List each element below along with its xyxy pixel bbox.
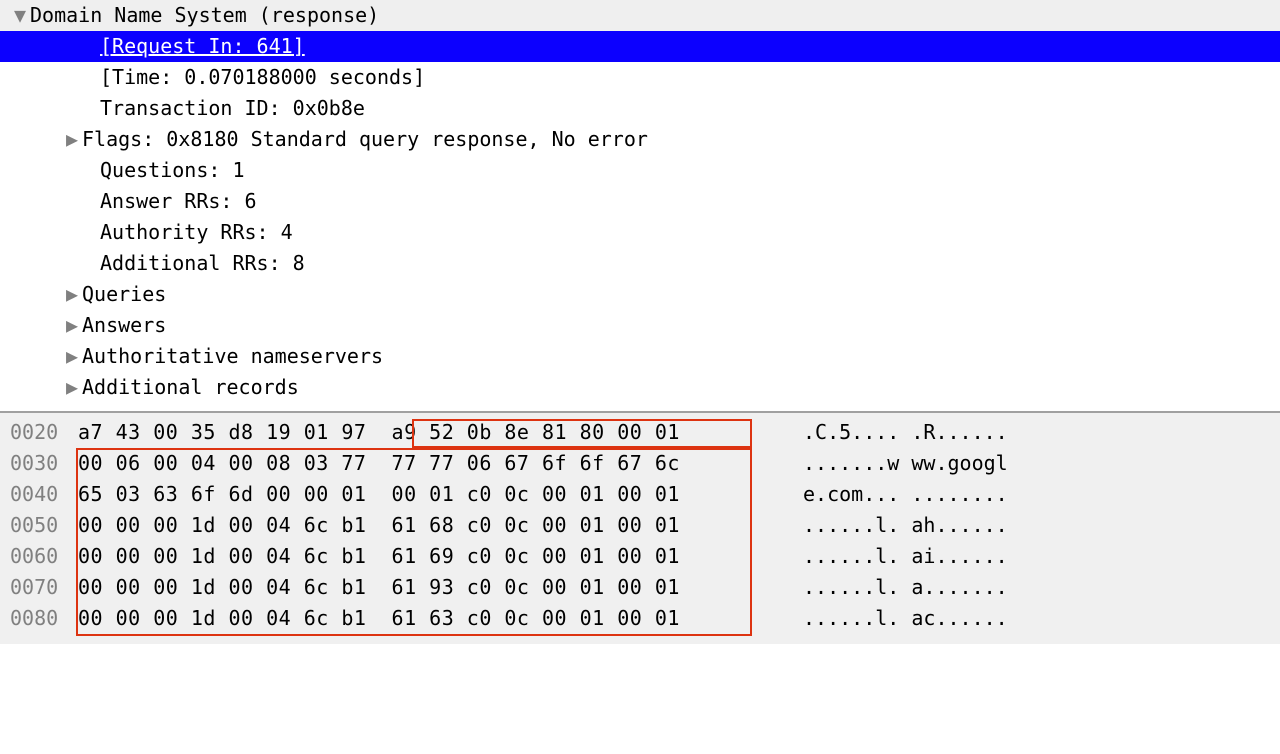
tree-row-auth-nameservers[interactable]: ▶ Authoritative nameservers — [0, 341, 1280, 372]
tree-label: [Time: 0.070188000 seconds] — [100, 62, 425, 93]
hex-ascii: .......w ww.googl — [748, 448, 1008, 479]
hex-bytes: a7 43 00 35 d8 19 01 97 a9 52 0b 8e 81 8… — [68, 417, 748, 448]
hex-offset: 0080 — [0, 603, 68, 634]
tree-label: Answer RRs: 6 — [100, 186, 257, 217]
tree-label: Questions: 1 — [100, 155, 245, 186]
tree-label: Additional RRs: 8 — [100, 248, 305, 279]
expand-right-icon: ▶ — [62, 310, 82, 341]
expand-right-icon: ▶ — [62, 124, 82, 155]
hex-ascii: ......l. ai...... — [748, 541, 1008, 572]
hex-ascii: e.com... ........ — [748, 479, 1008, 510]
expand-right-icon: ▶ — [62, 372, 82, 403]
tree-row-flags[interactable]: ▶ Flags: 0x8180 Standard query response,… — [0, 124, 1280, 155]
hex-offset: 0020 — [0, 417, 68, 448]
hex-offset: 0060 — [0, 541, 68, 572]
tree-label: Authority RRs: 4 — [100, 217, 293, 248]
hex-ascii: .C.5.... .R...... — [748, 417, 1008, 448]
hex-row[interactable]: 005000 00 00 1d 00 04 6c b1 61 68 c0 0c … — [0, 510, 1280, 541]
hex-dump-panel: 0020a7 43 00 35 d8 19 01 97 a9 52 0b 8e … — [0, 411, 1280, 644]
hex-row[interactable]: 004065 03 63 6f 6d 00 00 01 00 01 c0 0c … — [0, 479, 1280, 510]
hex-ascii: ......l. ah...... — [748, 510, 1008, 541]
tree-label: Queries — [82, 279, 166, 310]
hex-bytes: 00 00 00 1d 00 04 6c b1 61 69 c0 0c 00 0… — [68, 541, 748, 572]
tree-row-queries[interactable]: ▶ Queries — [0, 279, 1280, 310]
hex-row[interactable]: 006000 00 00 1d 00 04 6c b1 61 69 c0 0c … — [0, 541, 1280, 572]
tree-label: Additional records — [82, 372, 299, 403]
hex-offset: 0050 — [0, 510, 68, 541]
hex-ascii: ......l. a....... — [748, 572, 1008, 603]
tree-label: [Request In: 641] — [100, 31, 305, 62]
packet-tree-panel: ▼ Domain Name System (response) [Request… — [0, 0, 1280, 411]
tree-row-time[interactable]: [Time: 0.070188000 seconds] — [0, 62, 1280, 93]
hex-row[interactable]: 007000 00 00 1d 00 04 6c b1 61 93 c0 0c … — [0, 572, 1280, 603]
tree-label: Answers — [82, 310, 166, 341]
tree-row-transaction-id[interactable]: Transaction ID: 0x0b8e — [0, 93, 1280, 124]
tree-label: Authoritative nameservers — [82, 341, 383, 372]
hex-ascii: ......l. ac...... — [748, 603, 1008, 634]
tree-row-additional-rrs[interactable]: Additional RRs: 8 — [0, 248, 1280, 279]
hex-bytes: 65 03 63 6f 6d 00 00 01 00 01 c0 0c 00 0… — [68, 479, 748, 510]
hex-offset: 0040 — [0, 479, 68, 510]
hex-bytes: 00 00 00 1d 00 04 6c b1 61 93 c0 0c 00 0… — [68, 572, 748, 603]
hex-row[interactable]: 003000 06 00 04 00 08 03 77 77 77 06 67 … — [0, 448, 1280, 479]
hex-offset: 0070 — [0, 572, 68, 603]
tree-row-dns-header[interactable]: ▼ Domain Name System (response) — [0, 0, 1280, 31]
hex-row[interactable]: 008000 00 00 1d 00 04 6c b1 61 63 c0 0c … — [0, 603, 1280, 634]
tree-row-request-in[interactable]: [Request In: 641] — [0, 31, 1280, 62]
expand-right-icon: ▶ — [62, 341, 82, 372]
tree-row-authority-rrs[interactable]: Authority RRs: 4 — [0, 217, 1280, 248]
hex-offset: 0030 — [0, 448, 68, 479]
tree-label: Transaction ID: 0x0b8e — [100, 93, 365, 124]
hex-bytes: 00 00 00 1d 00 04 6c b1 61 63 c0 0c 00 0… — [68, 603, 748, 634]
collapse-down-icon: ▼ — [10, 0, 30, 31]
hex-bytes: 00 00 00 1d 00 04 6c b1 61 68 c0 0c 00 0… — [68, 510, 748, 541]
tree-row-questions[interactable]: Questions: 1 — [0, 155, 1280, 186]
expand-right-icon: ▶ — [62, 279, 82, 310]
hex-row[interactable]: 0020a7 43 00 35 d8 19 01 97 a9 52 0b 8e … — [0, 417, 1280, 448]
tree-row-answers[interactable]: ▶ Answers — [0, 310, 1280, 341]
hex-bytes: 00 06 00 04 00 08 03 77 77 77 06 67 6f 6… — [68, 448, 748, 479]
tree-label: Domain Name System (response) — [30, 0, 379, 31]
tree-row-answer-rrs[interactable]: Answer RRs: 6 — [0, 186, 1280, 217]
tree-label: Flags: 0x8180 Standard query response, N… — [82, 124, 648, 155]
tree-row-additional-records[interactable]: ▶ Additional records — [0, 372, 1280, 403]
